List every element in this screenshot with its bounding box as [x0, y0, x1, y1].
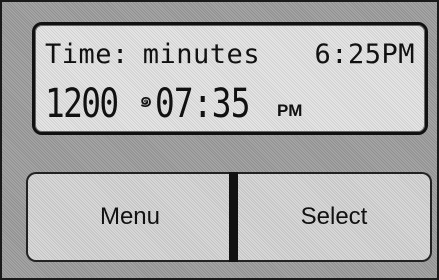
lcd-line-1: Time: minutes 6:25PM	[45, 35, 415, 73]
year-value: 1200	[45, 81, 119, 127]
button-divider	[229, 172, 238, 262]
edit-time-value: 07:35	[154, 81, 250, 127]
ampm-indicator: PM	[276, 101, 303, 120]
lcd-display: Time: minutes 6:25PM 1200 ๑ 07:35 PM	[32, 22, 428, 135]
lcd-line-2: 1200 ๑ 07:35 PM	[45, 81, 302, 127]
spiral-icon: ๑	[139, 88, 153, 113]
device-panel: Time: minutes 6:25PM 1200 ๑ 07:35 PM Men…	[0, 0, 439, 280]
setting-title: Time: minutes	[45, 39, 260, 70]
select-button[interactable]: Select	[238, 172, 432, 262]
menu-button[interactable]: Menu	[26, 172, 232, 262]
current-time: 6:25PM	[314, 38, 415, 70]
setting-label: Time:	[45, 38, 129, 70]
setting-mode: minutes	[142, 38, 261, 70]
